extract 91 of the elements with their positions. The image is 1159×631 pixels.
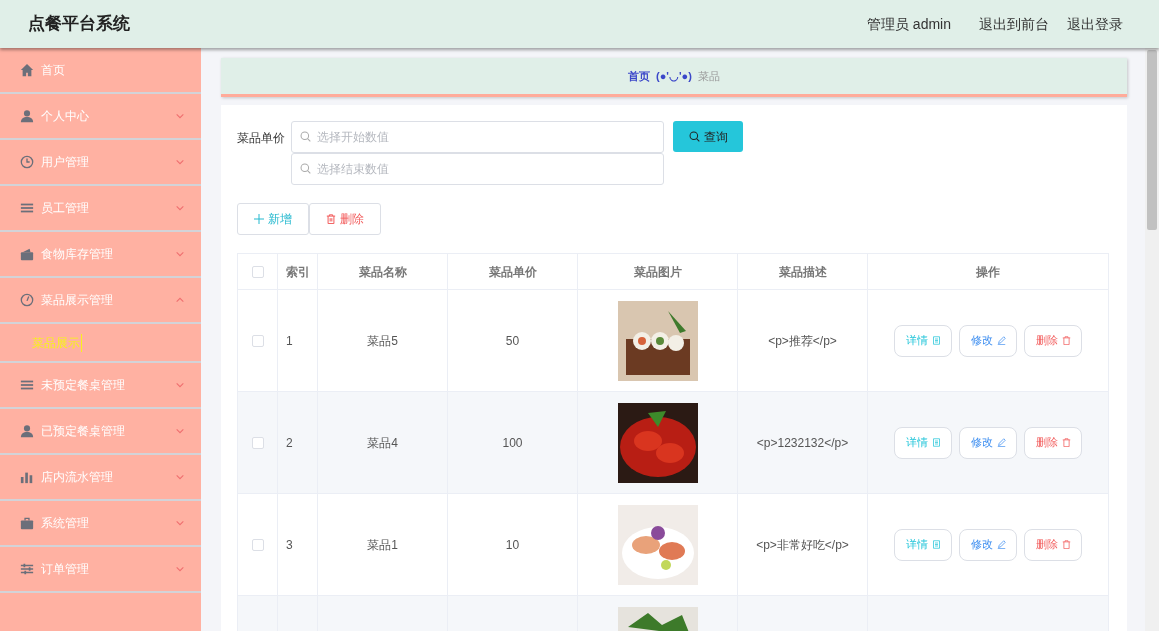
column-header: 菜品单价 [448,254,578,289]
sidebar-item[interactable]: 系统管理 [0,501,201,547]
pencil-icon [996,540,1006,549]
home-icon [20,63,34,77]
gauge-icon [20,293,34,307]
trash-icon [326,214,336,224]
breadcrumb-current: 菜品 [697,68,720,84]
dish-description: <p>1232132</p> [756,434,849,452]
search-button[interactable]: 查询 [673,121,743,152]
dish-price: 50 [505,332,520,350]
briefcase-icon [20,516,34,530]
sidebar-item[interactable]: 菜品展示管理 [0,278,201,324]
dish-description: <p>推荐</p> [768,332,837,350]
chevron-up-icon [175,295,185,305]
row-checkbox[interactable] [251,436,264,449]
delete-button[interactable]: 删除 [309,203,381,235]
clock-icon [20,155,34,169]
dish-name: 菜品1 [367,536,398,554]
plus-icon [254,214,264,224]
edit-button[interactable]: 修改 [959,324,1017,357]
chevron-down-icon [175,380,185,390]
list-icon [20,378,34,392]
chevron-down-icon [175,426,185,436]
chevron-down-icon [175,111,185,121]
number-field[interactable]: 选择开始数值 [291,121,664,153]
chevron-down-icon [175,472,185,482]
chevron-down-icon [175,518,185,528]
details-button[interactable]: 详情 [894,324,952,357]
column-header: 菜品描述 [738,254,868,289]
sidebar-item[interactable]: 用户管理 [0,140,201,186]
row-checkbox[interactable] [251,334,264,347]
column-header: 操作 [975,263,1001,281]
column-header: 菜品名称 [318,254,448,289]
sidebar-item[interactable]: 个人中心 [0,94,201,140]
dish-description: <p>非常好吃</p> [756,536,849,554]
document-icon [931,540,941,549]
details-button[interactable]: 详情 [894,426,952,459]
sidebar-item[interactable]: 食物库存管理 [0,232,201,278]
dish-price: 100 [502,434,523,452]
user-label: 管理员 admin [866,14,951,34]
chevron-down-icon [175,157,185,167]
add-button[interactable]: 新增 [237,203,309,235]
column-header: 菜品图片 [578,254,738,289]
edit-button[interactable]: 修改 [959,426,1017,459]
index-text: 2 [286,434,293,452]
number-field[interactable]: 选择结束数值 [291,153,664,185]
dish-name: 菜品4 [367,434,398,452]
delete-button[interactable]: 删除 [1024,324,1082,357]
dish-name: 菜品5 [367,332,398,350]
select-all-checkbox[interactable] [251,265,264,278]
wallet-icon [20,247,34,261]
sliders-icon [20,562,34,576]
search-icon [688,131,700,142]
user-icon [20,109,34,123]
submenu-item[interactable]: 菜品展示 [0,324,201,363]
app-title: 点餐平台系统 [28,13,130,36]
filter-label: 菜品单价 [237,130,286,147]
pencil-icon [996,438,1006,447]
sidebar-item[interactable]: 店内流水管理 [0,455,201,501]
edit-button[interactable]: 修改 [959,528,1017,561]
chevron-down-icon [175,203,185,213]
dish-price: 10 [505,536,520,554]
delete-button[interactable]: 删除 [1024,426,1082,459]
chevron-down-icon [175,564,185,574]
index-text: 3 [286,536,293,554]
row-checkbox[interactable] [251,538,264,551]
sidebar-item[interactable]: 订单管理 [0,547,201,593]
column-header: 索引 [278,254,318,289]
document-icon [931,438,941,447]
document-icon [931,336,941,345]
pencil-icon [996,336,1006,345]
delete-button[interactable]: 删除 [1024,528,1082,561]
sidebar-item[interactable]: 员工管理 [0,186,201,232]
header-link[interactable]: 退出登录 [1067,13,1123,35]
index-text: 1 [286,332,293,350]
search-icon [300,163,311,174]
breadcrumb-link[interactable]: 首页 [628,67,651,85]
breadcrumb-separator: (●'◡'●) [656,68,692,84]
trash-icon [1061,336,1071,345]
search-icon [300,131,311,142]
details-button[interactable]: 详情 [894,528,952,561]
bar-chart-icon [20,470,34,484]
sidebar-item[interactable]: 首页 [0,48,201,94]
list-icon [20,201,34,215]
sidebar-item[interactable]: 已预定餐桌管理 [0,409,201,455]
trash-icon [1061,540,1071,549]
trash-icon [1061,438,1071,447]
user-icon [20,424,34,438]
chevron-down-icon [175,249,185,259]
sidebar-item[interactable]: 未预定餐桌管理 [0,363,201,409]
header-link[interactable]: 退出到前台 [979,13,1049,35]
